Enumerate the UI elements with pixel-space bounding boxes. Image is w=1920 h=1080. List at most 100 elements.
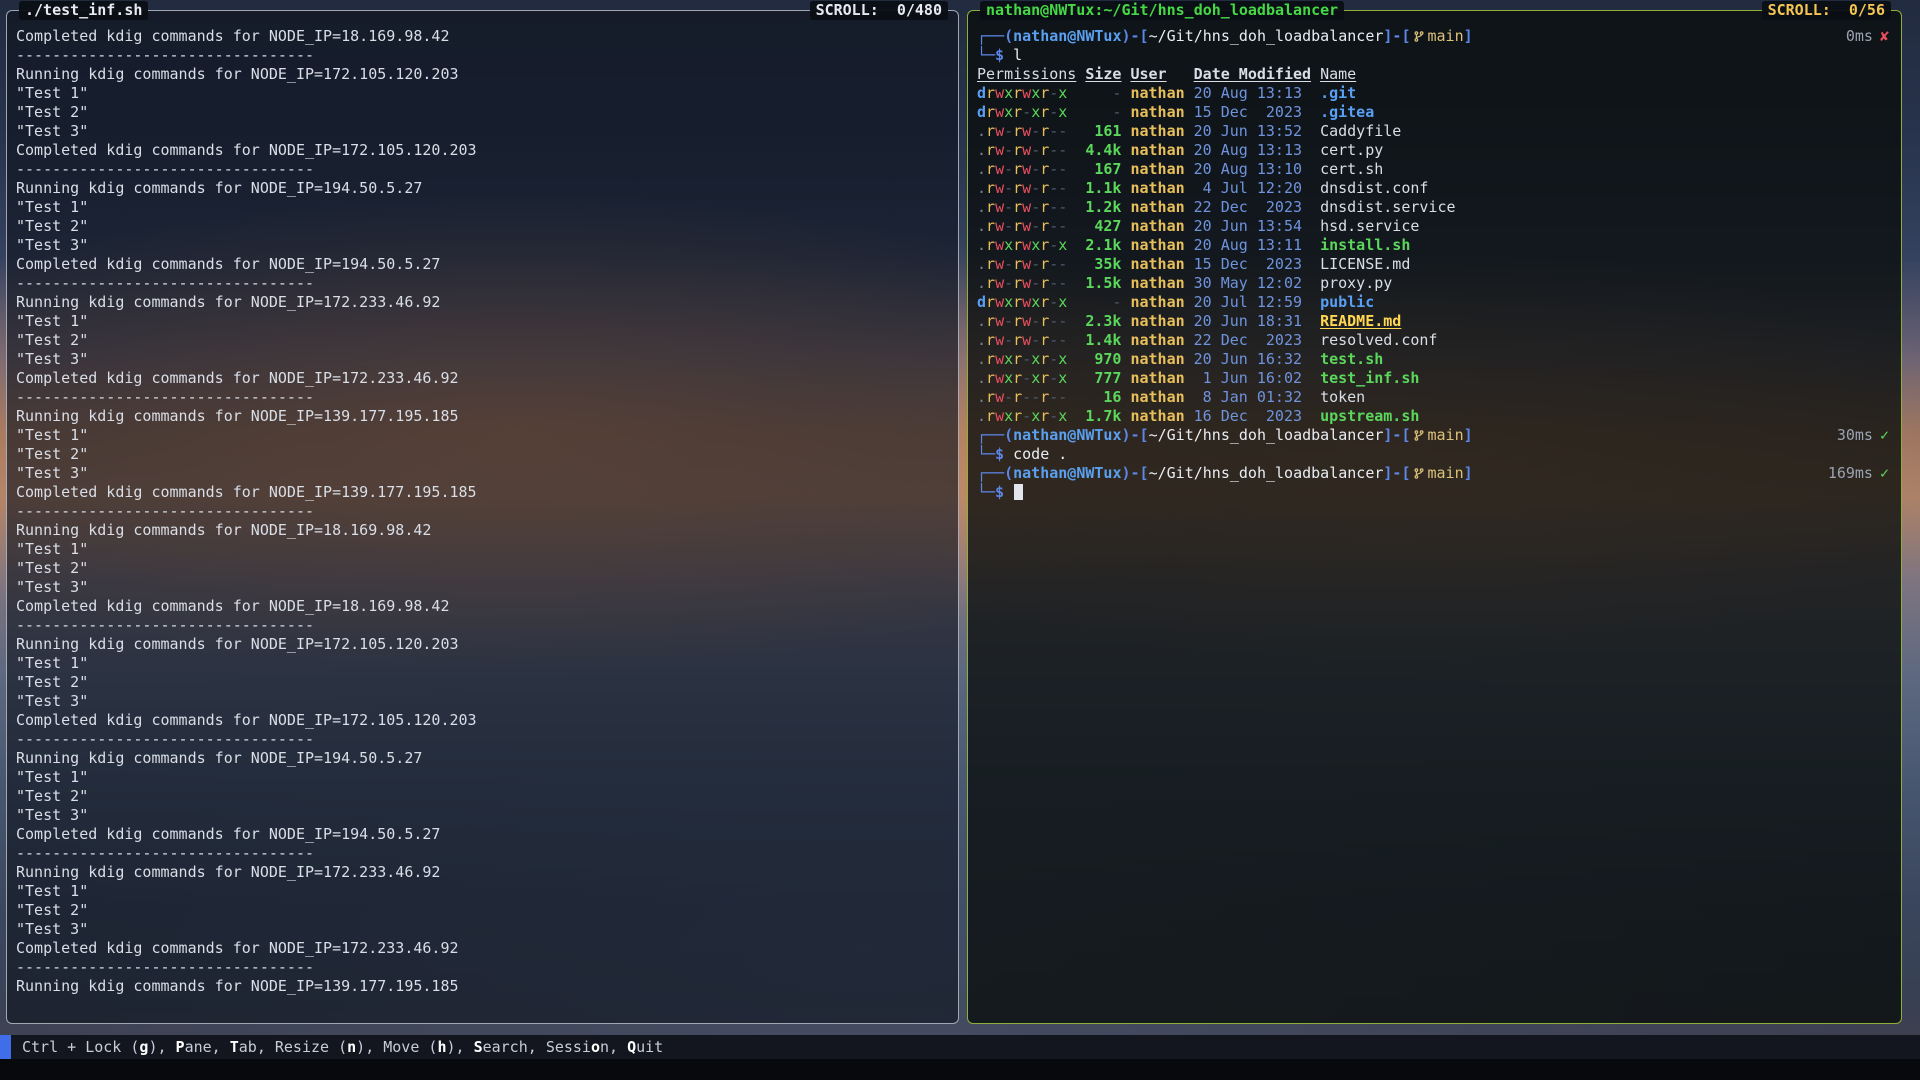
file-row[interactable]: .rwxr-xr-x777nathan 1 Jun 16:02test_inf.…	[977, 369, 1893, 388]
file-row[interactable]: .rw-rw-r--1.4knathan22 Dec 2023resolved.…	[977, 331, 1893, 350]
file-owner: nathan	[1130, 312, 1184, 331]
file-size: 4.4k	[1085, 141, 1121, 160]
file-row[interactable]: .rw-rw-r--1.1knathan 4 Jul 12:20dnsdist.…	[977, 179, 1893, 198]
file-size: 1.2k	[1085, 198, 1121, 217]
file-size: 167	[1085, 160, 1121, 179]
command-text: l	[1013, 46, 1022, 64]
file-owner: nathan	[1130, 331, 1184, 350]
prompt-frame: ]-[	[1383, 27, 1410, 45]
file-size: 1.4k	[1085, 331, 1121, 350]
prompt-frame: )-[	[1122, 464, 1149, 482]
file-permissions: .rwxr-xr-x	[977, 350, 1076, 369]
column-header-label: User	[1130, 65, 1166, 83]
file-size: -	[1085, 103, 1121, 122]
column-header: Size	[1085, 65, 1121, 84]
file-permissions: drwxr-xr-x	[977, 103, 1076, 122]
hint-text: ab	[239, 1038, 257, 1056]
terminal-output-line: ---------------------------------	[16, 730, 950, 749]
file-owner: nathan	[1130, 217, 1184, 236]
prompt-context: ┌──(nathan@NWTux)-[~/Git/hns_doh_loadbal…	[977, 426, 1473, 445]
hint-separator: ,	[212, 1038, 230, 1056]
file-row[interactable]: .rw-rw-r--167nathan20 Aug 13:10cert.sh	[977, 160, 1893, 179]
terminal-output-line: Running kdig commands for NODE_IP=139.17…	[16, 977, 950, 996]
prompt-frame: ]	[1464, 27, 1473, 45]
prompt-path: ~/Git/hns_doh_loadbalancer	[1149, 426, 1384, 444]
left-pane[interactable]: ./test_inf.sh SCROLL: 0/480 Completed kd…	[6, 10, 959, 1024]
terminal-output-line: "Test 2"	[16, 331, 950, 350]
command-line: └─$	[977, 483, 1893, 502]
terminal-output-line: ---------------------------------	[16, 502, 950, 521]
file-row[interactable]: .rw-rw-r--2.3knathan20 Jun 18:31README.m…	[977, 312, 1893, 331]
right-pane[interactable]: nathan@NWTux:~/Git/hns_doh_loadbalancer …	[967, 10, 1902, 1024]
terminal-output-line: "Test 2"	[16, 787, 950, 806]
terminal-output-line: "Test 3"	[16, 464, 950, 483]
file-row[interactable]: drwxrwxr-x-nathan20 Jul 12:59public	[977, 293, 1893, 312]
file-row[interactable]: .rwxr-xr-x970nathan20 Jun 16:32test.sh	[977, 350, 1893, 369]
file-row[interactable]: .rwxr-xr-x1.7knathan16 Dec 2023upstream.…	[977, 407, 1893, 426]
file-owner: nathan	[1130, 179, 1184, 198]
file-row[interactable]: drwxrwxr-x-nathan20 Aug 13:13.git	[977, 84, 1893, 103]
file-name: test.sh	[1320, 350, 1383, 368]
hint-text: Sessi	[546, 1038, 591, 1056]
hint-separator: ,	[609, 1038, 627, 1056]
file-date-modified: 30 May 12:02	[1194, 274, 1311, 293]
file-permissions: .rw-rw-r--	[977, 312, 1076, 331]
terminal-output-line: "Test 3"	[16, 122, 950, 141]
file-row[interactable]: drwxr-xr-x-nathan15 Dec 2023.gitea	[977, 103, 1893, 122]
file-date-modified: 15 Dec 2023	[1194, 255, 1311, 274]
file-permissions: .rw-rw-r--	[977, 217, 1076, 236]
column-header-label: Size	[1085, 65, 1121, 83]
prompt-frame: ]-[	[1383, 464, 1410, 482]
terminal-output-line: Completed kdig commands for NODE_IP=194.…	[16, 255, 950, 274]
terminal-output-line: Completed kdig commands for NODE_IP=18.1…	[16, 27, 950, 46]
command-duration: 0ms✘	[1846, 27, 1889, 46]
hint-text: )	[446, 1038, 455, 1056]
terminal-output-line: Completed kdig commands for NODE_IP=172.…	[16, 369, 950, 388]
terminal-output-line: "Test 1"	[16, 198, 950, 217]
hint-key: Q	[627, 1038, 636, 1056]
duration-value: 169ms	[1828, 464, 1873, 482]
file-name: dnsdist.conf	[1320, 179, 1428, 197]
file-name: public	[1320, 293, 1374, 311]
file-owner: nathan	[1130, 388, 1184, 407]
prompt-frame: └─$	[977, 445, 1013, 463]
prompt-frame: ┌──(	[977, 426, 1013, 444]
prompt-frame: ]-[	[1383, 426, 1410, 444]
terminal-output-line: Running kdig commands for NODE_IP=194.50…	[16, 179, 950, 198]
file-row[interactable]: .rw-rw-r--161nathan20 Jun 13:52Caddyfile	[977, 122, 1893, 141]
column-header: Permissions	[977, 65, 1076, 84]
file-row[interactable]: .rw-rw-r--4.4knathan20 Aug 13:13cert.py	[977, 141, 1893, 160]
file-date-modified: 4 Jul 12:20	[1194, 179, 1311, 198]
file-size: 2.3k	[1085, 312, 1121, 331]
file-name: token	[1320, 388, 1365, 406]
terminal-output-line: "Test 3"	[16, 578, 950, 597]
prompt-context: ┌──(nathan@NWTux)-[~/Git/hns_doh_loadbal…	[977, 27, 1473, 46]
file-permissions: .rw-rw-r--	[977, 198, 1076, 217]
prompt-user-host: nathan@NWTux	[1013, 27, 1121, 45]
status-bar: Ctrl + Lock (g), Pane, Tab, Resize (n), …	[0, 1035, 1920, 1059]
left-pane-content: Completed kdig commands for NODE_IP=18.1…	[7, 11, 958, 1023]
file-row[interactable]: .rw-rw-r--1.5knathan30 May 12:02proxy.py	[977, 274, 1893, 293]
terminal-output-line: "Test 1"	[16, 312, 950, 331]
prompt-user-host: nathan@NWTux	[1013, 464, 1121, 482]
file-name: install.sh	[1320, 236, 1410, 254]
file-permissions: .rw-rw-r--	[977, 274, 1076, 293]
hint-key: P	[176, 1038, 185, 1056]
file-row[interactable]: .rw-rw-r--427nathan20 Jun 13:54hsd.servi…	[977, 217, 1893, 236]
git-branch-icon	[1411, 27, 1428, 45]
file-row[interactable]: .rw-rw-r--35knathan15 Dec 2023LICENSE.md	[977, 255, 1893, 274]
terminal-output-line: Running kdig commands for NODE_IP=139.17…	[16, 407, 950, 426]
terminal-output-line: Completed kdig commands for NODE_IP=172.…	[16, 711, 950, 730]
file-date-modified: 20 Jun 13:52	[1194, 122, 1311, 141]
hint-text: n	[600, 1038, 609, 1056]
terminal-output-line: Running kdig commands for NODE_IP=172.23…	[16, 863, 950, 882]
file-size: 777	[1085, 369, 1121, 388]
file-row[interactable]: .rw-r--r--16nathan 8 Jan 01:32token	[977, 388, 1893, 407]
terminal-output-line: ---------------------------------	[16, 46, 950, 65]
file-size: -	[1085, 84, 1121, 103]
file-row[interactable]: .rwxrwxr-x2.1knathan20 Aug 13:11install.…	[977, 236, 1893, 255]
file-name: cert.sh	[1320, 160, 1383, 178]
file-size: -	[1085, 293, 1121, 312]
file-permissions: .rw-rw-r--	[977, 160, 1076, 179]
file-row[interactable]: .rw-rw-r--1.2knathan22 Dec 2023dnsdist.s…	[977, 198, 1893, 217]
